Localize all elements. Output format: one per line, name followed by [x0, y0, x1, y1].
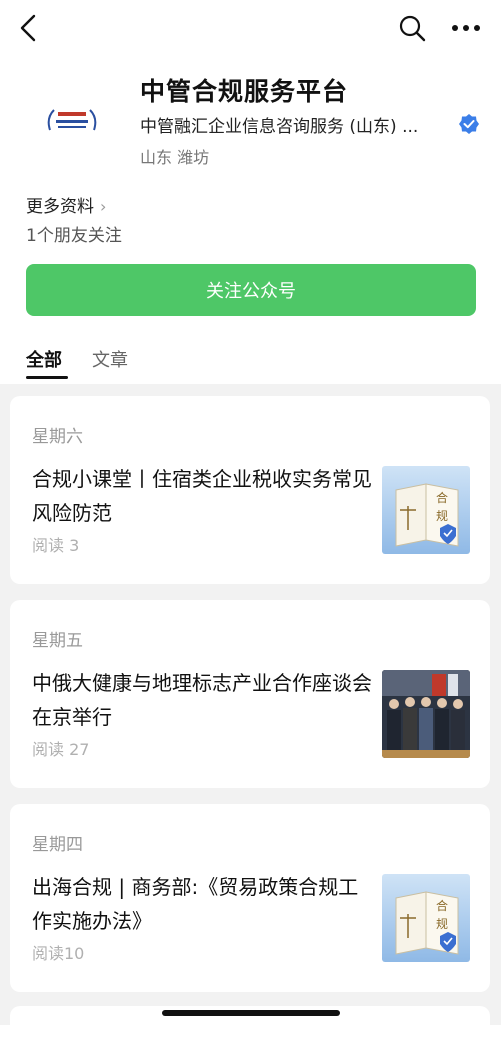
- account-name: 中管合规服务平台: [140, 77, 349, 106]
- article-day: 星期四: [32, 835, 83, 855]
- article-card[interactable]: 星期四 出海合规 | 商务部:《贸易政策合规工作实施办法》 阅读10 合 规: [10, 804, 490, 992]
- search-button[interactable]: [396, 12, 428, 44]
- back-arrow-icon: [20, 14, 36, 42]
- article-title[interactable]: 出海合规 | 商务部:《贸易政策合规工作实施办法》: [32, 870, 372, 938]
- more-info-label: 更多资料: [26, 197, 94, 217]
- article-thumbnail[interactable]: 合 规: [382, 874, 470, 962]
- group-photo-icon: [382, 670, 470, 758]
- article-thumbnail[interactable]: 合 规: [382, 466, 470, 554]
- search-icon: [399, 15, 426, 42]
- active-tab-indicator: [26, 376, 68, 379]
- svg-text:规: 规: [436, 916, 448, 931]
- account-avatar[interactable]: [40, 100, 104, 146]
- home-indicator[interactable]: [162, 1010, 340, 1016]
- compliance-book-icon: 合 规: [382, 874, 470, 962]
- article-title[interactable]: 合规小课堂丨住宿类企业税收实务常见风险防范: [32, 462, 372, 530]
- chevron-right-icon: ›: [100, 197, 107, 216]
- follow-button[interactable]: 关注公众号: [26, 264, 476, 316]
- article-read-count: 阅读 3: [32, 536, 80, 555]
- tab-articles[interactable]: 文章: [92, 346, 128, 372]
- article-read-count: 阅读10: [32, 944, 85, 963]
- article-thumbnail[interactable]: [382, 670, 470, 758]
- article-read-count: 阅读 27: [32, 740, 90, 759]
- tab-all[interactable]: 全部: [26, 346, 62, 372]
- more-options-button[interactable]: [446, 12, 486, 44]
- verified-badge-icon[interactable]: [458, 113, 480, 135]
- top-bar: [0, 0, 501, 60]
- article-day: 星期六: [32, 427, 83, 447]
- account-logo-icon: [40, 100, 104, 146]
- svg-text:合: 合: [436, 898, 448, 913]
- article-day: 星期五: [32, 631, 83, 651]
- more-info-link[interactable]: 更多资料 ›: [26, 192, 106, 217]
- back-button[interactable]: [14, 12, 46, 44]
- compliance-book-icon: 合 规: [382, 466, 470, 554]
- article-card[interactable]: 星期六 合规小课堂丨住宿类企业税收实务常见风险防范 阅读 3 合 规: [10, 396, 490, 584]
- account-region: 山东 潍坊: [140, 148, 210, 167]
- friends-following: 1个朋友关注: [26, 226, 122, 246]
- article-title[interactable]: 中俄大健康与地理标志产业合作座谈会在京举行: [32, 666, 372, 734]
- svg-text:规: 规: [436, 508, 448, 523]
- svg-text:合: 合: [436, 490, 448, 505]
- account-subject[interactable]: 中管融汇企业信息咨询服务 (山东) ...: [140, 112, 418, 137]
- article-card[interactable]: 星期五 中俄大健康与地理标志产业合作座谈会在京举行 阅读 27: [10, 600, 490, 788]
- more-dots-icon: [452, 25, 480, 31]
